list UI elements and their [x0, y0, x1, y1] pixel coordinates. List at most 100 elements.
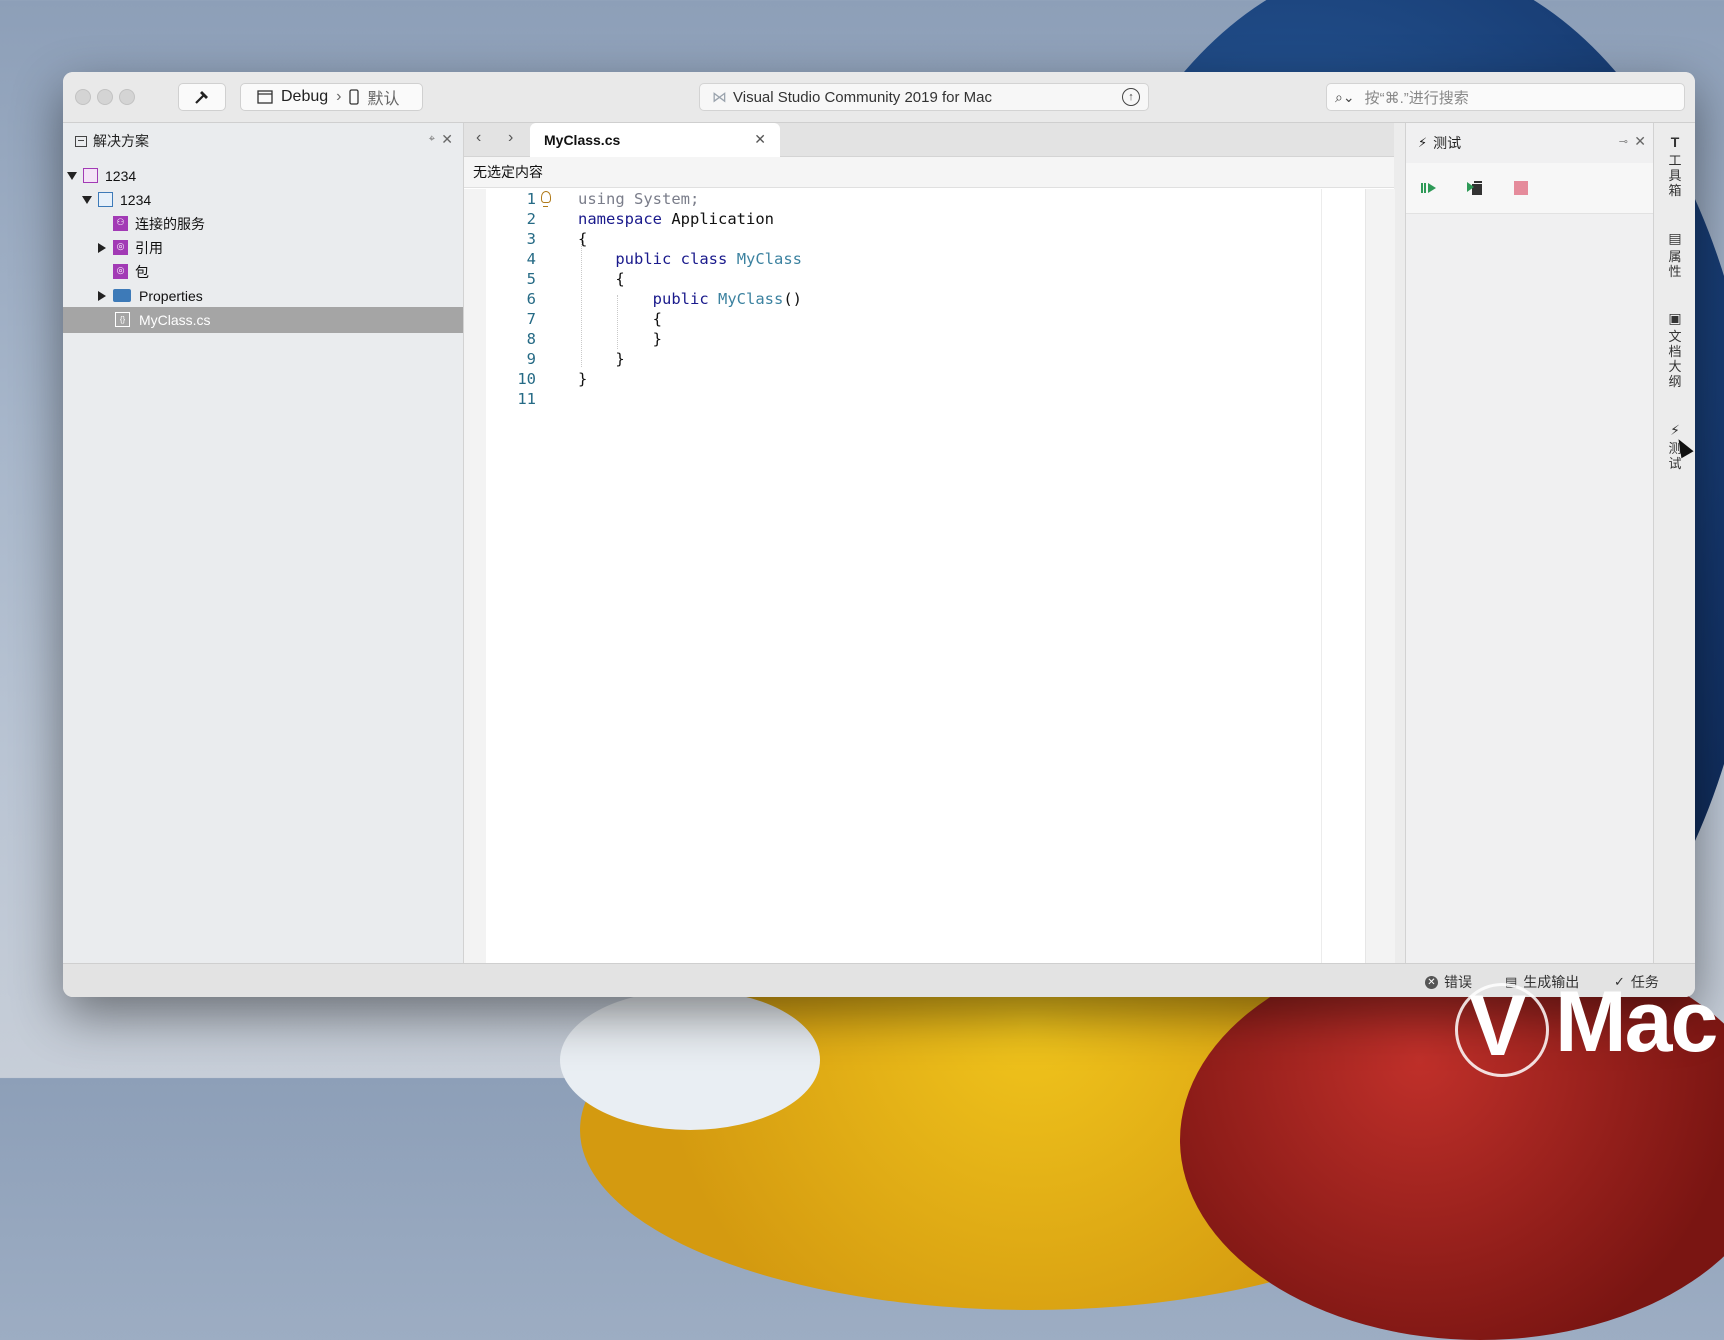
parens: ()	[783, 290, 802, 308]
keyword: public	[652, 290, 709, 308]
update-icon[interactable]: ↑	[1122, 88, 1140, 106]
sidebar-item-outline[interactable]: ▣ 文档大纲	[1667, 310, 1683, 390]
line-number: 4	[526, 250, 536, 268]
breadcrumb-label: 无选定内容	[473, 164, 543, 180]
zoom-window-button[interactable]	[119, 89, 135, 105]
expand-arrow-icon[interactable]	[67, 172, 77, 180]
brace: {	[578, 230, 588, 248]
configuration-selector[interactable]: Debug › 默认	[240, 83, 423, 111]
folder-icon	[113, 289, 131, 302]
code-area[interactable]: 1 using System; 2 namespace Application …	[486, 189, 1366, 963]
identifier: System;	[634, 190, 700, 208]
expand-arrow-icon[interactable]	[98, 243, 106, 253]
pin-icon[interactable]: ⊸	[1619, 135, 1628, 148]
run-tests-icon[interactable]	[1420, 179, 1438, 197]
close-window-button[interactable]	[75, 89, 91, 105]
line-number: 3	[526, 230, 536, 248]
tree-item-packages[interactable]: ◎ 包	[63, 259, 463, 285]
line-number: 7	[526, 310, 536, 328]
close-tab-icon[interactable]: ✕	[754, 131, 766, 148]
keyword: namespace	[578, 210, 662, 228]
type-name: MyClass	[736, 250, 803, 268]
lightbulb-icon[interactable]	[541, 191, 551, 207]
build-button[interactable]	[178, 83, 226, 111]
line-number: 2	[526, 210, 536, 228]
window-config-icon	[257, 90, 273, 104]
run-selected-icon[interactable]	[1466, 179, 1484, 197]
brace: {	[652, 310, 662, 328]
tree-item-references[interactable]: ◎ 引用	[63, 235, 463, 261]
toolbar: Debug › 默认 ⋈ Visual Studio Community 201…	[63, 72, 1695, 123]
tree-item-label: 1234	[105, 168, 137, 184]
search-icon: ⌕⌄	[1335, 88, 1355, 105]
line-number: 9	[526, 350, 536, 368]
breadcrumb[interactable]: 无选定内容	[464, 157, 1394, 188]
nav-back-icon[interactable]: ‹	[476, 129, 481, 147]
tree-item-label: Properties	[139, 288, 203, 304]
desktop-balloon-white	[560, 990, 820, 1130]
editor-left-gutter	[464, 189, 486, 963]
nav-forward-icon[interactable]: ›	[508, 129, 513, 147]
solution-icon	[83, 168, 98, 183]
search-input[interactable]: ⌕⌄ 按“⌘.”进行搜索	[1326, 83, 1685, 111]
brace: }	[578, 370, 588, 388]
close-pane-icon[interactable]: ✕	[1634, 133, 1646, 150]
tree-item-project[interactable]: 1234	[63, 187, 463, 213]
visual-studio-icon: ⋈	[712, 89, 727, 106]
tree-item-label: 引用	[135, 240, 163, 256]
line-number: 8	[526, 330, 536, 348]
sidebar-item-properties[interactable]: ▤ 属性	[1667, 231, 1683, 280]
solution-pane: 解决方案 ⌖ ✕ 1234 1234 ⚇ 连接的服务 ◎ 引用 ◎ 包 Prop…	[63, 123, 464, 963]
keyword: public	[615, 250, 672, 268]
close-pane-icon[interactable]: ✕	[441, 131, 453, 148]
tree-item-connected-services[interactable]: ⚇ 连接的服务	[63, 211, 463, 237]
status-title-field: ⋈ Visual Studio Community 2019 for Mac ↑	[699, 83, 1149, 111]
tab-myclass[interactable]: MyClass.cs ✕	[530, 123, 780, 157]
test-pane-title: 测试	[1433, 135, 1462, 151]
line-number: 10	[517, 370, 536, 388]
code-line-4: 4 public class MyClass	[486, 249, 1346, 269]
editor-scrollbar[interactable]	[1365, 189, 1395, 963]
solution-pane-icon	[75, 135, 87, 147]
test-pane: ⚡ 测试 ⊸ ✕	[1405, 123, 1654, 963]
code-line-1: 1 using System;	[486, 189, 1346, 209]
project-icon	[98, 192, 113, 207]
line-number: 5	[526, 270, 536, 288]
stop-icon[interactable]	[1512, 179, 1530, 197]
sidebar-item-label: 工具箱	[1668, 153, 1682, 198]
tree-item-label: 连接的服务	[135, 216, 205, 232]
side-tool-strip: T 工具箱 ▤ 属性 ▣ 文档大纲 ⚡ 测试	[1653, 123, 1695, 963]
tree-item-solution[interactable]: 1234	[63, 163, 463, 189]
config-separator: ›	[336, 88, 342, 105]
line-number: 6	[526, 290, 536, 308]
expand-arrow-icon[interactable]	[98, 291, 106, 301]
toolbox-icon: T	[1670, 134, 1680, 150]
ide-window: Debug › 默认 ⋈ Visual Studio Community 201…	[63, 72, 1695, 997]
device-icon	[349, 89, 360, 105]
outline-icon: ▣	[1668, 310, 1682, 326]
solution-pane-header: 解决方案 ⌖ ✕	[63, 123, 463, 159]
watermark: V Mac	[1455, 974, 1718, 1077]
device-label: 默认	[367, 91, 400, 108]
code-line-10: 10 }	[486, 369, 1346, 389]
sidebar-item-toolbox[interactable]: T 工具箱	[1667, 134, 1683, 199]
connected-services-icon: ⚇	[113, 216, 128, 231]
code-line-2: 2 namespace Application	[486, 209, 1346, 229]
tree-item-myclass[interactable]: {} MyClass.cs	[63, 307, 463, 333]
expand-arrow-icon[interactable]	[82, 196, 92, 204]
minimize-window-button[interactable]	[97, 89, 113, 105]
window-title: Visual Studio Community 2019 for Mac	[733, 88, 993, 106]
tree-item-label: 包	[135, 264, 149, 280]
lightning-icon: ⚡	[1418, 135, 1428, 150]
type-name: MyClass	[718, 290, 784, 308]
tree-item-properties[interactable]: Properties	[63, 283, 463, 309]
hammer-icon	[195, 91, 208, 104]
code-line-11: 11	[486, 389, 1346, 409]
config-label: Debug	[281, 88, 329, 105]
watermark-v-glyph: V	[1469, 978, 1527, 1074]
test-pane-header: ⚡ 测试 ⊸ ✕	[1406, 123, 1654, 163]
watermark-text: Mac	[1555, 974, 1718, 1070]
pin-icon[interactable]: ⌖	[429, 133, 435, 146]
cs-file-icon: {}	[115, 312, 130, 327]
sidebar-item-label: 文档大纲	[1668, 329, 1682, 389]
